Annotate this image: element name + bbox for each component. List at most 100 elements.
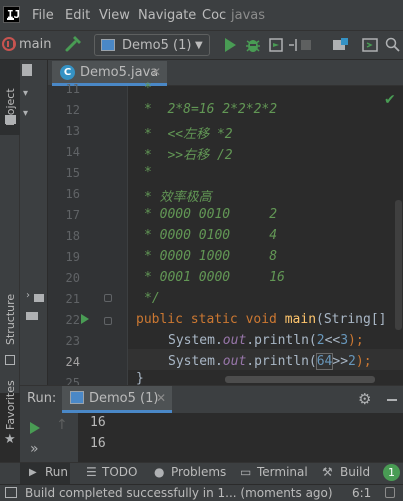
caret-position[interactable]: 6:1 — [352, 486, 371, 500]
code-text: System. — [168, 333, 223, 348]
chevron-right-double-icon[interactable]: » — [30, 441, 39, 457]
structure-icon — [5, 355, 15, 365]
code-number: 3 — [340, 333, 349, 348]
run-configuration-label: Demo5 (1) — [122, 38, 192, 53]
horizontal-scrollbar[interactable] — [225, 376, 375, 383]
code-comment-line: * — [144, 81, 152, 96]
line-number: 12 — [65, 103, 80, 117]
application-icon — [70, 391, 84, 404]
coverage-icon[interactable] — [266, 35, 286, 55]
project-panel: ▾ ▾ › — [20, 60, 48, 393]
module-icon — [22, 64, 32, 76]
code-closing-brace: } — [136, 371, 144, 386]
code-field: out — [222, 354, 247, 369]
fold-marker-icon[interactable] — [104, 317, 112, 325]
chevron-down-icon[interactable]: ▾ — [23, 88, 28, 99]
code-operator: >> — [332, 354, 349, 369]
run-panel-toolbar: ↑ » — [20, 413, 78, 462]
line-number: 24 — [65, 355, 80, 369]
line-number: 13 — [65, 124, 80, 138]
menu-edit[interactable]: Edit — [65, 8, 90, 23]
run-configuration-dropdown[interactable]: Demo5 (1) ▼ — [94, 34, 210, 56]
code-field: out — [222, 333, 247, 348]
run-gutter-icon[interactable] — [80, 313, 90, 325]
close-icon[interactable]: ✕ — [156, 391, 166, 405]
tool-tab-run-label[interactable]: Run — [45, 465, 68, 479]
code-text: (String[] — [316, 312, 395, 327]
line-number: 14 — [65, 145, 80, 159]
problems-icon: ● — [154, 465, 165, 479]
rerun-icon[interactable] — [28, 421, 42, 435]
structure-tool-tab[interactable]: Structure — [0, 293, 20, 375]
check-icon: ✔ — [384, 92, 396, 108]
code-comment-line: * 0001 0000 16 — [144, 270, 285, 285]
application-icon — [101, 39, 115, 51]
run-tab-label: Demo5 (1) — [89, 391, 159, 406]
project-structure-icon[interactable] — [330, 35, 350, 55]
gear-icon[interactable]: ⚙ — [358, 390, 371, 408]
run-panel-title: Run: — [27, 391, 57, 406]
arrow-up-icon[interactable]: ↑ — [56, 417, 68, 433]
favorites-tab-label: Favorites — [4, 380, 17, 430]
code-text: ); — [355, 354, 372, 369]
tool-tab-problems[interactable]: Problems — [171, 465, 226, 479]
chevron-right-icon[interactable]: › — [26, 290, 30, 301]
structure-tab-label: Structure — [4, 293, 17, 345]
code-number: 64 — [315, 353, 334, 370]
close-icon[interactable]: ✕ — [151, 65, 161, 79]
hammer-icon[interactable] — [64, 35, 84, 53]
terminal-icon: ▭ — [240, 465, 252, 479]
tool-windows-icon[interactable] — [5, 487, 17, 498]
menu-view[interactable]: View — [99, 8, 130, 23]
code-line-println: System.out.println(2<<3); — [168, 333, 364, 348]
menu-navigate[interactable]: Navigate — [138, 8, 196, 23]
play-icon: ▶ — [29, 467, 37, 478]
console-line: 16 — [90, 415, 106, 430]
code-comment-line: * — [144, 165, 152, 180]
code-comment-line: * 效率极高 — [144, 190, 212, 205]
line-number: 21 — [65, 292, 80, 306]
tool-tab-terminal[interactable]: Terminal — [257, 465, 308, 479]
status-message[interactable]: Build completed successfully in 1... (mo… — [25, 486, 333, 500]
line-number: 19 — [65, 250, 80, 264]
menu-file[interactable]: File — [32, 8, 54, 23]
fold-marker-icon[interactable] — [104, 294, 112, 302]
lock-icon[interactable] — [385, 487, 395, 498]
code-number: 2 — [316, 333, 325, 348]
code-comment-line: * 0000 1000 8 — [144, 249, 278, 264]
folder-icon — [34, 294, 44, 302]
event-log-badge[interactable]: 1 — [383, 464, 400, 481]
window-title: javas — [231, 8, 266, 23]
menu-code[interactable]: Coc — [202, 8, 226, 23]
stop-icon — [301, 40, 311, 50]
tool-tab-todo[interactable]: TODO — [102, 465, 137, 479]
console-output[interactable] — [78, 413, 403, 462]
run-tab-demo5[interactable]: Demo5 (1) ✕ — [62, 386, 172, 413]
vcs-branch-label[interactable]: main — [19, 37, 51, 52]
star-icon: ★ — [4, 432, 16, 447]
debug-icon[interactable] — [243, 35, 263, 55]
minimize-icon[interactable] — [387, 399, 397, 401]
run-icon[interactable] — [220, 35, 240, 55]
favorites-tool-tab[interactable]: Favorites ★ — [0, 380, 20, 450]
chevron-down-icon[interactable]: ▾ — [23, 108, 28, 119]
code-comment-line: * <<左移 *2 — [144, 127, 233, 142]
code-method-name: main — [284, 312, 317, 327]
line-number: 18 — [65, 229, 80, 243]
todo-list-icon: ☰ — [86, 465, 97, 479]
search-icon[interactable] — [383, 35, 403, 55]
project-tool-tab[interactable]: Project — [0, 60, 20, 135]
vertical-scrollbar[interactable] — [395, 200, 402, 330]
run-anything-icon[interactable] — [360, 35, 380, 55]
editor-tab-label: Demo5.java — [80, 65, 159, 80]
code-text: .println( — [246, 333, 317, 348]
tool-tab-build[interactable]: Build — [340, 465, 370, 479]
code-comment-line: * 0000 0010 2 — [144, 207, 278, 222]
folder-icon — [5, 115, 16, 124]
code-comment-line: * >>右移 /2 — [144, 148, 233, 163]
code-keyword: public static void — [136, 312, 285, 327]
code-comment-line: * 2*8=16 2*2*2*2 — [144, 102, 278, 117]
code-text: ); — [348, 333, 364, 348]
code-line-println: System.out.println(64>>2); — [168, 353, 372, 370]
code-operator: << — [324, 333, 341, 348]
